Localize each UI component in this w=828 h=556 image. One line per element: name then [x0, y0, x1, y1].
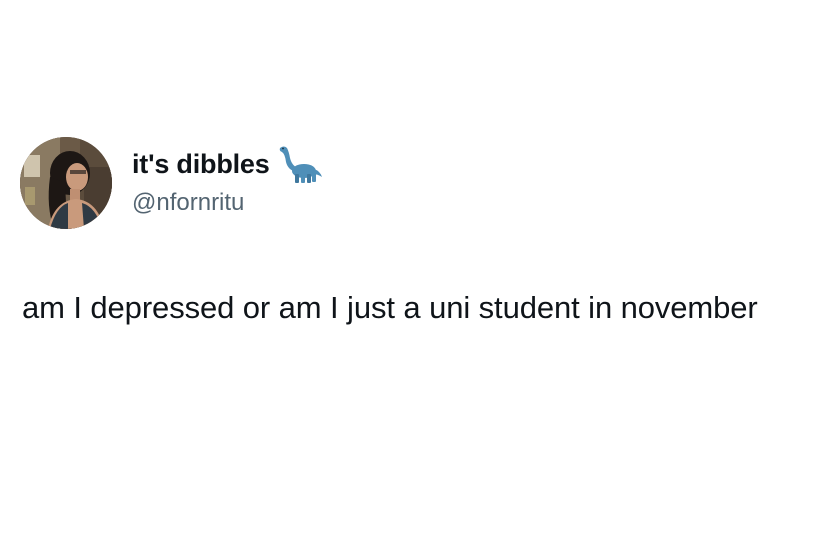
author-name-row: it's dibbles — [132, 144, 322, 184]
user-handle[interactable]: @nfornritu — [132, 189, 244, 217]
display-name[interactable]: it's dibbles — [132, 149, 270, 180]
tweet-card: it's dibbles @nfornritu am I depressed o… — [0, 0, 828, 556]
sauropod-dinosaur-icon — [276, 144, 322, 184]
avatar-image — [20, 137, 112, 229]
tweet-text: am I depressed or am I just a uni studen… — [22, 290, 758, 325]
avatar[interactable] — [20, 137, 112, 229]
